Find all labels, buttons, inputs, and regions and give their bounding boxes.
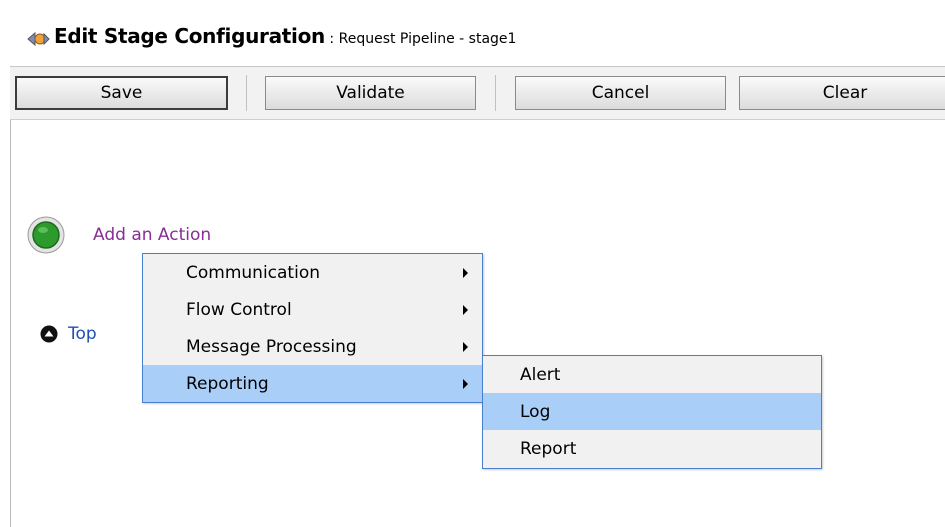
save-button[interactable]: Save	[15, 76, 228, 110]
page-title: Edit Stage Configuration : Request Pipel…	[54, 24, 516, 48]
submenu-item-label: Alert	[520, 364, 561, 385]
menu-item-message-processing[interactable]: Message Processing	[143, 328, 482, 365]
toolbar-separator	[495, 75, 496, 111]
top-link-label[interactable]: Top	[68, 324, 97, 344]
submenu-arrow-icon	[463, 268, 468, 278]
toolbar-separator	[246, 75, 247, 111]
submenu-item-label: Log	[520, 401, 551, 422]
add-action-row: Add an Action	[27, 216, 211, 254]
toolbar: Save Validate Cancel Clear	[10, 67, 945, 120]
add-action-link[interactable]: Add an Action	[93, 225, 211, 245]
validate-button[interactable]: Validate	[265, 76, 476, 110]
menu-item-label: Communication	[186, 262, 320, 283]
submenu-arrow-icon	[463, 305, 468, 315]
action-context-menu: Communication Flow Control Message Proce…	[142, 253, 483, 403]
title-bar: Edit Stage Configuration : Request Pipel…	[10, 0, 945, 67]
top-link[interactable]: Top	[40, 324, 97, 344]
title-separator: :	[324, 31, 339, 47]
reporting-submenu: Alert Log Report	[482, 355, 822, 469]
menu-item-flow-control[interactable]: Flow Control	[143, 291, 482, 328]
menu-item-label: Reporting	[186, 373, 269, 394]
menu-item-label: Flow Control	[186, 299, 292, 320]
submenu-item-log[interactable]: Log	[483, 393, 821, 430]
page-title-text: Edit Stage Configuration	[54, 24, 325, 48]
menu-item-reporting[interactable]: Reporting	[143, 365, 482, 402]
submenu-item-label: Report	[520, 438, 577, 459]
clear-button[interactable]: Clear	[739, 76, 945, 110]
submenu-item-report[interactable]: Report	[483, 430, 821, 467]
submenu-arrow-icon	[463, 379, 468, 389]
menu-item-communication[interactable]: Communication	[143, 254, 482, 291]
submenu-item-alert[interactable]: Alert	[483, 356, 821, 393]
submenu-arrow-icon	[463, 342, 468, 352]
page-subtitle: Request Pipeline - stage1	[338, 31, 517, 47]
stage-config-icon	[27, 31, 50, 47]
cancel-button[interactable]: Cancel	[515, 76, 726, 110]
stage-status-icon	[27, 216, 65, 254]
up-arrow-icon	[40, 325, 58, 343]
menu-item-label: Message Processing	[186, 336, 357, 357]
